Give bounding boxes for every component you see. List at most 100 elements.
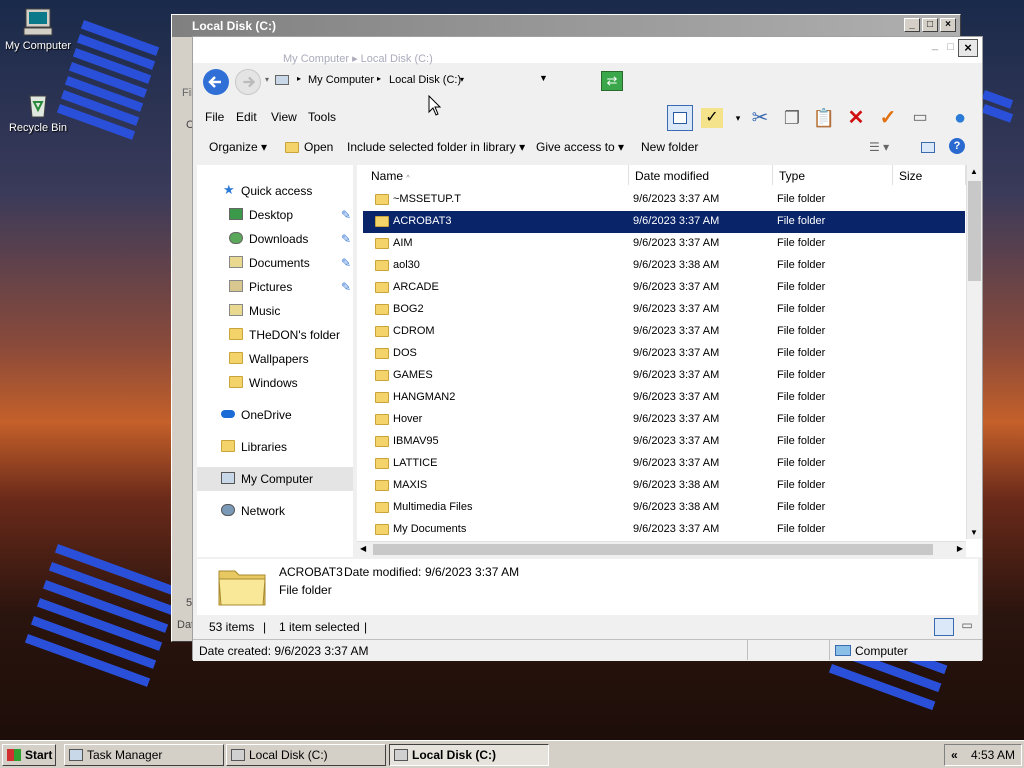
file-row[interactable]: CDROM 9/6/2023 3:37 AM File folder: [363, 321, 965, 343]
pin-icon[interactable]: ✎: [341, 256, 351, 270]
paste-icon[interactable]: 📋: [811, 105, 837, 131]
help-icon[interactable]: ?: [949, 138, 965, 154]
file-row[interactable]: MAXIS 9/6/2023 3:38 AM File folder: [363, 475, 965, 497]
back-window-title: Local Disk (C:): [192, 19, 277, 33]
scroll-down-icon[interactable]: ▼: [970, 528, 978, 537]
recent-pages-icon[interactable]: ▾: [265, 75, 269, 84]
file-row[interactable]: ~MSSETUP.T 9/6/2023 3:37 AM File folder: [363, 189, 965, 211]
desktop-icon-recycle-bin[interactable]: Recycle Bin: [0, 88, 78, 134]
view-pane-icon[interactable]: [667, 105, 693, 131]
file-row[interactable]: AIM 9/6/2023 3:37 AM File folder: [363, 233, 965, 255]
file-row[interactable]: DOS 9/6/2023 3:37 AM File folder: [363, 343, 965, 365]
back-button[interactable]: [203, 69, 229, 95]
details-view-icon[interactable]: [934, 618, 954, 636]
vertical-scrollbar[interactable]: ▲ ▼: [966, 165, 982, 539]
column-header-date[interactable]: Date modified: [629, 165, 773, 185]
nav-wallpapers[interactable]: Wallpapers: [197, 347, 353, 371]
file-row[interactable]: ARCADE 9/6/2023 3:37 AM File folder: [363, 277, 965, 299]
internet-icon[interactable]: ●: [947, 105, 973, 131]
file-row[interactable]: Hover 9/6/2023 3:37 AM File folder: [363, 409, 965, 431]
menu-edit[interactable]: Edit: [236, 110, 257, 124]
new-folder-button[interactable]: New folder: [641, 140, 698, 154]
taskbar-local-disk-2[interactable]: Local Disk (C:): [389, 744, 549, 766]
folder-icon: [375, 414, 389, 425]
file-row[interactable]: aol30 9/6/2023 3:38 AM File folder: [363, 255, 965, 277]
cut-icon[interactable]: ✂: [747, 105, 773, 131]
nav-documents[interactable]: Documents ✎: [197, 251, 353, 275]
checkmark-icon[interactable]: ✓: [875, 105, 901, 131]
organize-button[interactable]: Organize ▾: [209, 140, 267, 154]
file-row[interactable]: LATTICE 9/6/2023 3:37 AM File folder: [363, 453, 965, 475]
taskbar-local-disk-1[interactable]: Local Disk (C:): [226, 744, 386, 766]
properties-icon[interactable]: ▭: [907, 105, 933, 131]
folder-icon: [375, 326, 389, 337]
nav-pictures[interactable]: Pictures ✎: [197, 275, 353, 299]
column-header-type[interactable]: Type: [773, 165, 893, 185]
folder-icon: [375, 282, 389, 293]
address-dropdown-icon[interactable]: ▾: [460, 75, 464, 84]
menu-tools[interactable]: Tools: [308, 110, 336, 124]
close-button[interactable]: ×: [958, 39, 978, 57]
close-button[interactable]: ×: [940, 18, 956, 32]
taskbar-task-manager[interactable]: Task Manager: [64, 744, 224, 766]
pin-icon[interactable]: ✎: [341, 208, 351, 222]
nav-music[interactable]: Music: [197, 299, 353, 323]
file-row[interactable]: Multimedia Files 9/6/2023 3:38 AM File fol…: [363, 497, 965, 519]
nav-my-computer[interactable]: My Computer: [197, 467, 353, 491]
menu-view[interactable]: View: [271, 110, 297, 124]
address-segment-local-disk[interactable]: Local Disk (C:): [389, 74, 461, 86]
nav-downloads[interactable]: Downloads ✎: [197, 227, 353, 251]
address-history-dropdown-icon[interactable]: ▼: [539, 73, 548, 83]
scroll-left-icon[interactable]: ◀: [360, 544, 366, 553]
scroll-thumb[interactable]: [968, 181, 981, 281]
scroll-up-icon[interactable]: ▲: [970, 167, 978, 176]
nav-windows[interactable]: Windows: [197, 371, 353, 395]
file-date: 9/6/2023 3:37 AM: [633, 303, 720, 315]
nav-onedrive[interactable]: OneDrive: [197, 403, 353, 427]
open-button[interactable]: Open: [304, 140, 333, 154]
file-row[interactable]: GAMES 9/6/2023 3:37 AM File folder: [363, 365, 965, 387]
delete-icon[interactable]: ✕: [843, 105, 869, 131]
nav-quick-access[interactable]: ★ Quick access: [197, 179, 353, 203]
maximize-button[interactable]: □: [922, 18, 938, 32]
view-options-icon[interactable]: ☰ ▾: [869, 140, 889, 154]
pictures-icon: [229, 280, 243, 292]
menu-file[interactable]: File: [205, 110, 224, 124]
back-window-titlebar[interactable]: Local Disk (C:) _ □ ×: [172, 15, 960, 37]
refresh-button[interactable]: ⇄: [601, 71, 623, 91]
horizontal-scrollbar[interactable]: ◀ ▶: [357, 541, 966, 557]
file-row[interactable]: ACROBAT3 9/6/2023 3:37 AM File folder: [363, 211, 965, 233]
file-name: DOS: [393, 347, 417, 359]
tray-expand-icon[interactable]: «: [951, 748, 958, 762]
copy-icon[interactable]: ❐: [779, 105, 805, 131]
desktop-icon-my-computer[interactable]: My Computer: [0, 6, 78, 52]
folder-icon: [375, 194, 389, 205]
file-row[interactable]: IBMAV95 9/6/2023 3:37 AM File folder: [363, 431, 965, 453]
file-row[interactable]: HANGMAN2 9/6/2023 3:37 AM File folder: [363, 387, 965, 409]
include-in-library-button[interactable]: Include selected folder in library ▾: [347, 140, 525, 154]
start-button[interactable]: Start: [2, 744, 56, 766]
nav-network[interactable]: Network: [197, 499, 353, 523]
nav-desktop[interactable]: Desktop ✎: [197, 203, 353, 227]
maximize-button[interactable]: □: [947, 41, 954, 53]
file-row[interactable]: My Documents 9/6/2023 3:37 AM File folder: [363, 519, 965, 541]
select-icon[interactable]: ✓: [701, 108, 723, 128]
column-header-size[interactable]: Size: [893, 165, 966, 185]
nav-libraries[interactable]: Libraries: [197, 435, 353, 459]
minimize-button[interactable]: _: [904, 18, 920, 32]
explorer-window[interactable]: My Computer ▸ Local Disk (C:) × □ _ ▾ ▸ …: [192, 36, 983, 661]
pin-icon[interactable]: ✎: [341, 280, 351, 294]
address-bar[interactable]: ▸ My Computer ▸ Local Disk (C:) ▾ ▼: [273, 69, 548, 93]
scroll-right-icon[interactable]: ▶: [957, 544, 963, 553]
give-access-button[interactable]: Give access to ▾: [536, 140, 624, 154]
file-row[interactable]: BOG2 9/6/2023 3:37 AM File folder: [363, 299, 965, 321]
preview-pane-icon[interactable]: [921, 142, 935, 153]
column-header-name[interactable]: Name ^: [357, 165, 629, 185]
nav-thedons-folder[interactable]: THeDON's folder: [197, 323, 353, 347]
large-icons-view-icon[interactable]: ▭: [958, 618, 976, 636]
scroll-thumb[interactable]: [373, 544, 933, 555]
address-segment-my-computer[interactable]: My Computer: [308, 74, 374, 86]
pin-icon[interactable]: ✎: [341, 232, 351, 246]
minimize-button[interactable]: _: [932, 39, 938, 51]
forward-button[interactable]: [235, 69, 261, 95]
